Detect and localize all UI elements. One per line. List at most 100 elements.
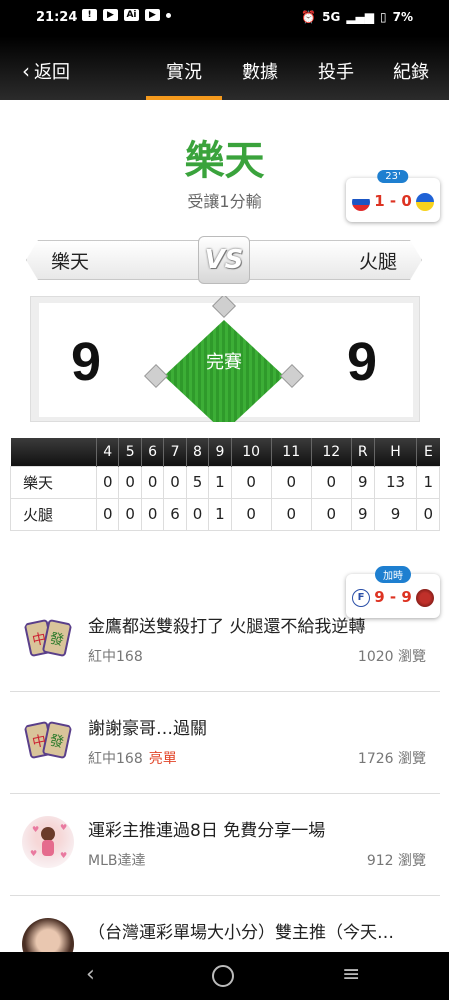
- home-nav-icon[interactable]: [212, 965, 234, 987]
- header-cell: 4: [95, 438, 119, 466]
- home-team-label: 樂天: [26, 240, 206, 280]
- header-cell: 7: [163, 438, 187, 466]
- header-cell: [10, 438, 97, 466]
- ukraine-flag-icon: [416, 193, 434, 211]
- alert-icon: !: [82, 9, 97, 21]
- table-row: 火腿 0 0 0 6 0 1 0 0 0 9 9 0: [10, 497, 440, 531]
- score-cell: 9: [350, 465, 375, 499]
- system-nav-bar: ‹ ≡: [0, 952, 449, 1000]
- youtube-icon: ▶: [145, 9, 160, 21]
- post-title: 謝謝豪哥…過關: [88, 719, 207, 739]
- header-cell: H: [373, 438, 417, 466]
- tab-pitchers[interactable]: 投手: [318, 58, 354, 84]
- score-cell: 9: [350, 497, 375, 531]
- score-cell: 0: [95, 465, 120, 499]
- score-cell: 0: [230, 465, 272, 499]
- score-cell: 13: [373, 465, 418, 499]
- youtube-icon: ▶: [103, 9, 118, 21]
- tab-stats[interactable]: 數據: [242, 58, 278, 84]
- back-nav-icon[interactable]: ‹: [86, 962, 95, 987]
- post-title: 金鷹都送雙殺打了 火腿還不給我逆轉: [88, 617, 366, 637]
- line-score-header: 4 5 6 7 8 9 10 11 12 R H E: [10, 438, 440, 466]
- status-bar: 21:24 ! ▶ Ai ▶ ⏰ 5G ▂▄▆ ▯ 7%: [0, 0, 449, 36]
- score-cell: 0: [163, 465, 187, 499]
- score-cell: 0: [185, 497, 210, 531]
- score-cell: 0: [118, 497, 142, 531]
- post-tag: 亮單: [148, 751, 177, 767]
- mahjong-avatar-icon: 中 發: [22, 612, 74, 664]
- score-cell: 1: [208, 465, 232, 499]
- header-cell: 8: [185, 438, 209, 466]
- score-cell: 0: [270, 465, 312, 499]
- list-item[interactable]: 中 發 謝謝豪哥…過關 紅中168 亮單 1726 瀏覽: [10, 694, 440, 794]
- table-row: 樂天 0 0 0 0 5 1 0 0 0 9 13 1: [10, 465, 440, 499]
- top-nav: ‹ 返回 實況 數據 投手 紀錄: [0, 36, 449, 100]
- svg-text:♥: ♥: [60, 851, 67, 860]
- post-views: 1020 瀏覽: [357, 649, 426, 665]
- score-cell: 1: [208, 497, 232, 531]
- score-cell: 0: [118, 465, 142, 499]
- header-cell: 5: [118, 438, 142, 466]
- user-avatar: ♥ ♥ ♥ ♥: [22, 816, 74, 868]
- home-score: 9: [71, 332, 102, 392]
- post-author: MLB達達: [88, 853, 146, 869]
- score-cell: 0: [310, 465, 352, 499]
- post-author: 紅中168 亮單: [88, 751, 177, 767]
- active-tab-indicator: [146, 96, 222, 100]
- header-cell: R: [350, 438, 375, 466]
- mahjong-avatar-icon: 中 發: [22, 714, 74, 766]
- header-cell: 6: [140, 438, 164, 466]
- away-score: 9: [347, 332, 378, 392]
- back-button[interactable]: ‹ 返回: [22, 58, 70, 84]
- game-status: 完賽: [206, 352, 242, 373]
- matchup-bar: 樂天 火腿 VS: [26, 236, 422, 284]
- recents-nav-icon[interactable]: ≡: [342, 962, 360, 987]
- svg-text:♥: ♥: [60, 823, 67, 832]
- system-icons: ⏰ 5G ▂▄▆ ▯ 7%: [301, 10, 413, 24]
- row-team: 樂天: [10, 465, 97, 499]
- post-views: 1726 瀏覽: [357, 751, 426, 767]
- post-views: 912 瀏覽: [366, 853, 426, 869]
- chevron-left-icon: ‹: [22, 59, 30, 83]
- tab-records[interactable]: 紀錄: [393, 58, 429, 84]
- back-label: 返回: [34, 62, 70, 83]
- away-team-label: 火腿: [242, 240, 422, 280]
- dot-icon: [166, 12, 171, 18]
- header-cell: 11: [270, 438, 312, 466]
- svg-text:♥: ♥: [30, 849, 37, 858]
- post-title: 運彩主推連過8日 免費分享一場: [88, 821, 326, 841]
- score-cell: 0: [230, 497, 272, 531]
- post-author: 紅中168: [88, 649, 143, 665]
- list-item[interactable]: 中 發 金鷹都送雙殺打了 火腿還不給我逆轉 紅中168 1020 瀏覽: [10, 592, 440, 692]
- post-title: （台灣運彩單場大小分）雙主推（今天…: [88, 923, 394, 943]
- list-item[interactable]: ♥ ♥ ♥ ♥ 運彩主推連過8日 免費分享一場 MLB達達 912 瀏覽: [10, 796, 440, 896]
- ai-icon: Ai: [124, 9, 139, 21]
- header-cell: 9: [208, 438, 232, 466]
- overtime-pill: 加時: [375, 566, 411, 583]
- score-cell: 0: [140, 497, 165, 531]
- alarm-icon: ⏰: [301, 10, 317, 24]
- header-cell: E: [416, 438, 440, 466]
- score-cell: 0: [416, 497, 440, 531]
- svg-text:♥: ♥: [32, 825, 39, 834]
- match-minute-pill: 23': [377, 170, 409, 183]
- vs-badge: VS: [198, 236, 250, 284]
- score-cell: 5: [185, 465, 210, 499]
- notification-icons: ! ▶ Ai ▶: [82, 9, 171, 21]
- score-cell: 9: [373, 497, 418, 531]
- live-score-badge[interactable]: 23' 1 - 0: [346, 170, 440, 222]
- score-cell: 0: [95, 497, 120, 531]
- battery-icon: ▯: [380, 10, 387, 24]
- line-score-table: 4 5 6 7 8 9 10 11 12 R H E 樂天 0 0 0 0 5 …: [10, 438, 440, 531]
- score-cell: 0: [270, 497, 312, 531]
- battery-label: 7%: [392, 10, 413, 24]
- score-cell: 6: [163, 497, 187, 531]
- status-time: 21:24: [36, 10, 78, 25]
- score-cell: 0: [140, 465, 165, 499]
- tab-live[interactable]: 實況: [166, 58, 202, 84]
- score-cell: 1: [416, 465, 440, 499]
- header-cell: 12: [310, 438, 352, 466]
- network-label: 5G: [322, 10, 341, 24]
- row-team: 火腿: [10, 497, 97, 531]
- signal-icon: ▂▄▆: [346, 10, 375, 24]
